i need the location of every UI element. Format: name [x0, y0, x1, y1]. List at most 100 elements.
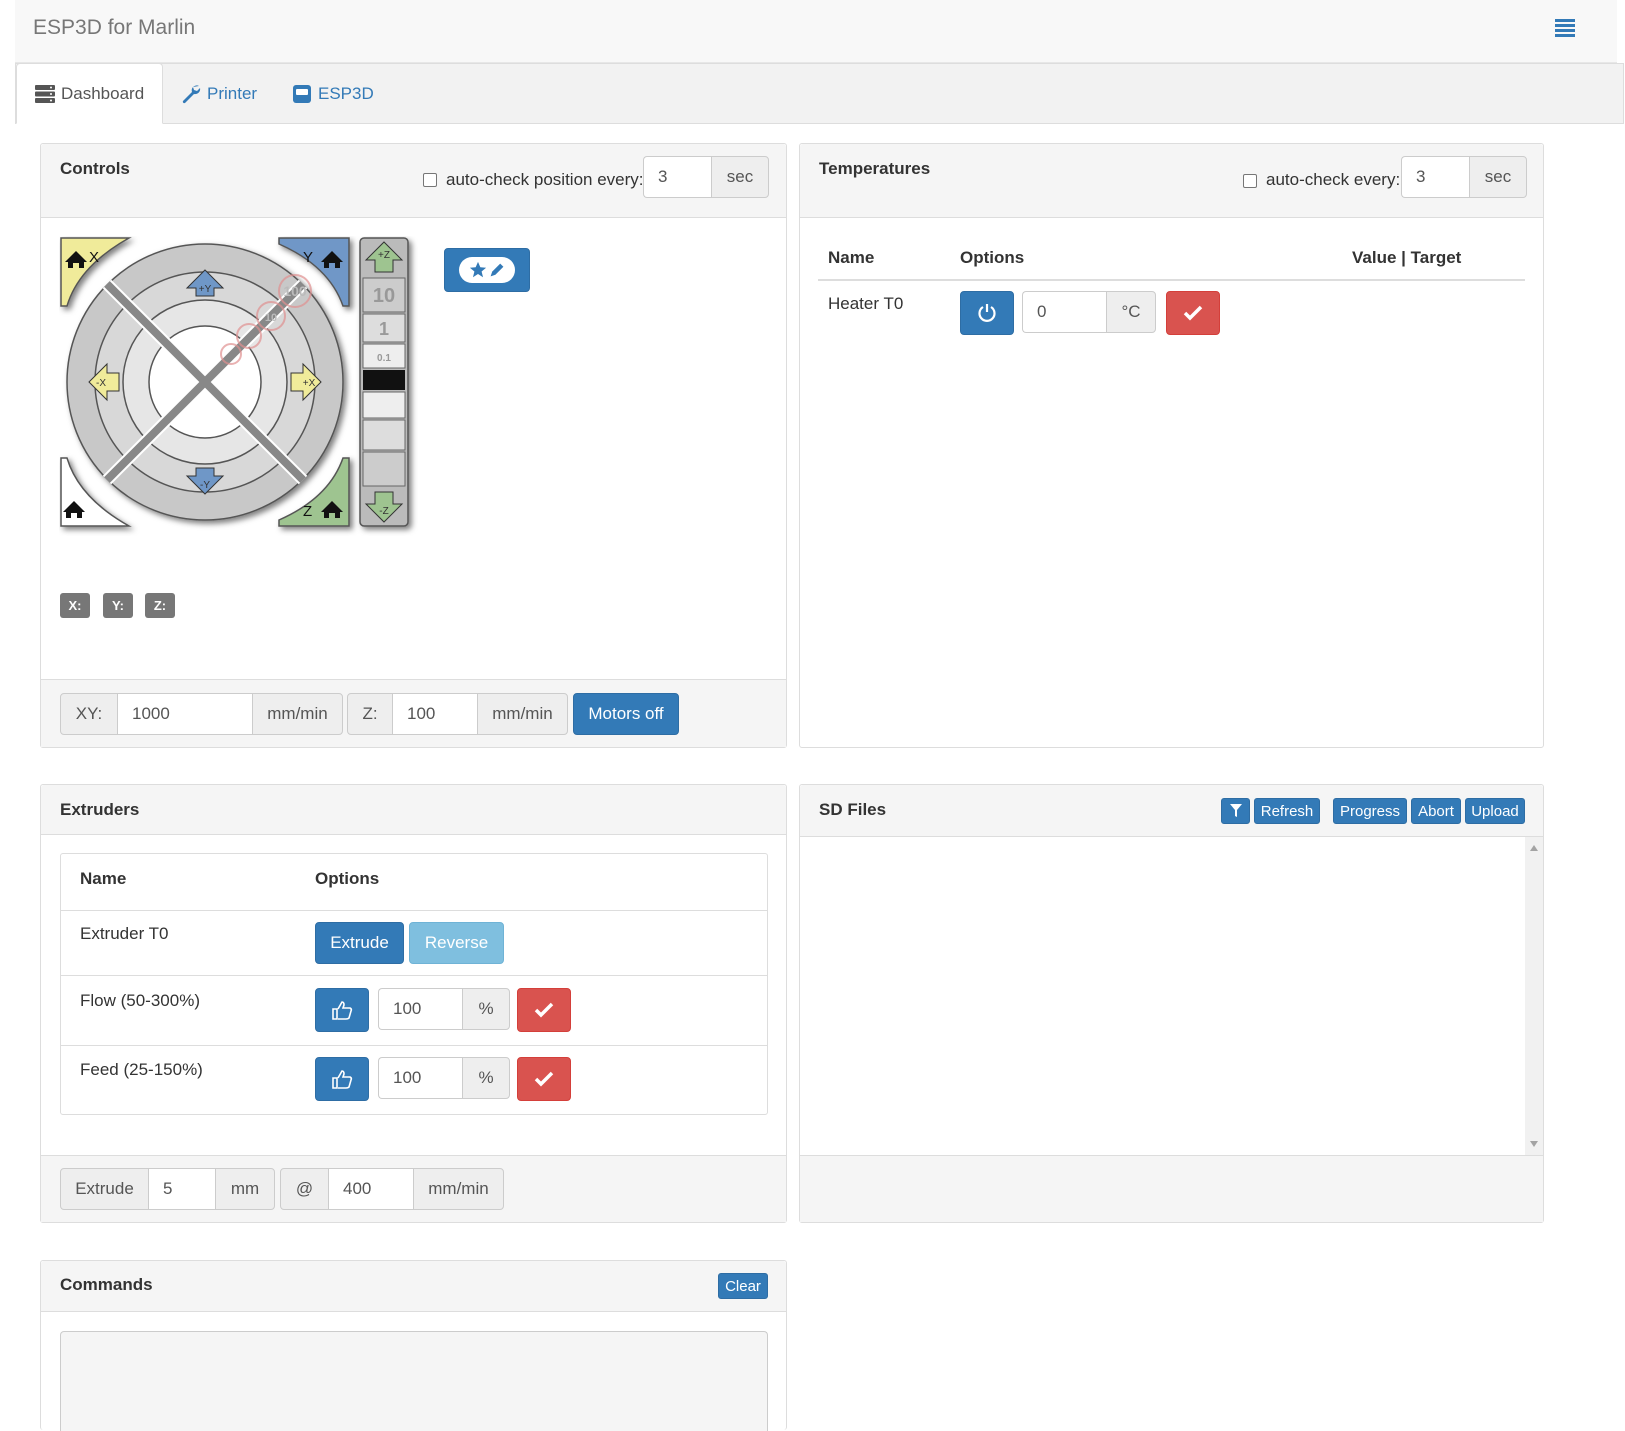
reverse-button[interactable]: Reverse — [409, 922, 504, 964]
extrude-speed-input[interactable]: 400 — [329, 1168, 413, 1210]
heater-target-unit: °C — [1106, 291, 1156, 333]
z-step-1-label: 1 — [379, 319, 389, 339]
autocheck-temp-label: auto-check every: — [1266, 170, 1401, 189]
plus-y-label: +Y — [199, 284, 212, 295]
motors-off-button[interactable]: Motors off — [573, 693, 679, 735]
temp-header-options: Options — [960, 248, 1025, 267]
sdfiles-list[interactable] — [800, 837, 1543, 1157]
commands-output[interactable] — [60, 1331, 768, 1431]
minus-y-label: -Y — [200, 480, 210, 491]
extrude-length-label: Extrude — [60, 1168, 149, 1210]
minus-z-label: -Z — [379, 506, 388, 517]
chip-icon — [293, 85, 311, 103]
feed-group: 100 % — [378, 1057, 510, 1099]
autocheck-position-input[interactable]: 3 — [643, 156, 711, 198]
xy-step-100-label: 100 — [283, 283, 307, 299]
feed-reset-button[interactable] — [315, 1057, 369, 1101]
feed-name: Feed (25-150%) — [80, 1060, 203, 1079]
feed-unit: % — [462, 1057, 510, 1099]
progress-button[interactable]: Progress — [1333, 798, 1407, 824]
scroll-up-icon[interactable] — [1530, 845, 1538, 851]
power-icon — [978, 304, 996, 322]
extruders-header-name: Name — [80, 869, 127, 888]
server-icon — [35, 84, 55, 103]
autocheck-position-checkbox[interactable] — [423, 173, 437, 187]
position-z-badge: Z: — [145, 593, 175, 618]
thumbs-up-icon — [332, 1070, 353, 1089]
temp-header-name: Name — [828, 248, 875, 267]
app-title[interactable]: ESP3D for Marlin — [33, 16, 195, 40]
xy-step-10-label: 10 — [265, 312, 277, 324]
z-step-down-10[interactable] — [362, 451, 406, 487]
tab-dashboard[interactable]: Dashboard — [16, 63, 164, 124]
z-step-down-0-1[interactable] — [362, 391, 406, 419]
upload-button[interactable]: Upload — [1465, 798, 1525, 824]
xy-feedrate-unit: mm/min — [252, 693, 343, 735]
flow-reset-button[interactable] — [315, 988, 369, 1032]
z-step-0-1-label: 0.1 — [377, 353, 391, 364]
temperatures-title: Temperatures — [819, 159, 931, 178]
position-x-badge: X: — [60, 593, 90, 618]
autocheck-temp-checkbox[interactable] — [1243, 174, 1257, 188]
filter-icon — [1229, 804, 1242, 817]
extruders-heading: Extruders — [41, 785, 786, 835]
xy-feedrate-label: XY: — [60, 693, 118, 735]
sdfiles-title: SD Files — [819, 800, 887, 819]
filter-button[interactable] — [1221, 798, 1250, 824]
tab-esp3d[interactable]: ESP3D — [274, 64, 392, 124]
xy-feedrate-input[interactable]: 1000 — [118, 693, 252, 735]
heater-target-input[interactable]: 0 — [1022, 291, 1106, 333]
autocheck-position-group: 3 sec — [643, 156, 769, 198]
heater-target-group: 0 °C — [1022, 291, 1156, 333]
sdfiles-footer — [800, 1155, 1543, 1222]
abort-button[interactable]: Abort — [1411, 798, 1461, 824]
tab-printer[interactable]: Printer — [163, 64, 275, 124]
feed-set-button[interactable] — [517, 1057, 571, 1101]
extrude-length-unit: mm — [215, 1168, 275, 1210]
sdfiles-heading: SD Files Refresh Progress Abort Upload — [800, 785, 1543, 837]
extrude-button[interactable]: Extrude — [315, 922, 404, 964]
home-z-label: Z — [303, 503, 312, 520]
macro-edit-button[interactable] — [444, 248, 530, 292]
position-y-badge: Y: — [103, 593, 133, 618]
heater-off-button[interactable] — [960, 291, 1014, 335]
scroll-down-icon[interactable] — [1530, 1141, 1538, 1147]
temperatures-panel: Temperatures auto-check every: 3 sec Nam… — [799, 143, 1544, 748]
plus-z-label: +Z — [378, 250, 390, 261]
extrude-speed-unit: mm/min — [413, 1168, 504, 1210]
autocheck-temp-input[interactable]: 3 — [1401, 156, 1469, 198]
flow-group: 100 % — [378, 988, 510, 1030]
heater-set-button[interactable] — [1166, 291, 1220, 335]
controls-title: Controls — [60, 159, 130, 178]
z-feedrate-unit: mm/min — [477, 693, 568, 735]
extruders-table: Name Options Extruder T0 Extrude Reverse… — [60, 853, 768, 1115]
tab-printer-label: Printer — [207, 84, 258, 103]
extruders-panel: Extruders Name Options Extruder T0 Extru… — [40, 784, 787, 1223]
z-step-down-1[interactable] — [362, 419, 406, 451]
clear-button[interactable]: Clear — [718, 1273, 768, 1299]
sdfiles-scrollbar[interactable] — [1525, 837, 1543, 1157]
thumbs-up-icon — [332, 1001, 353, 1020]
xy-feedrate-group: XY: 1000 mm/min — [60, 693, 343, 735]
z-feedrate-label: Z: — [347, 693, 393, 735]
controls-footer: XY: 1000 mm/min Z: 100 mm/min Motors off — [41, 679, 786, 747]
flow-input[interactable]: 100 — [378, 988, 462, 1030]
star-pencil-icon — [459, 257, 515, 283]
menu-icon[interactable] — [1555, 19, 1575, 39]
z-step-10-label: 10 — [373, 285, 395, 307]
plus-x-label: +X — [303, 378, 316, 389]
flow-unit: % — [462, 988, 510, 1030]
extruders-header-options: Options — [315, 869, 380, 888]
autocheck-position-label: auto-check position every: — [446, 170, 644, 189]
flow-set-button[interactable] — [517, 988, 571, 1032]
tab-esp3d-label: ESP3D — [318, 84, 374, 103]
extrude-length-input[interactable]: 5 — [149, 1168, 215, 1210]
commands-heading: Commands Clear — [41, 1261, 786, 1312]
extruder-name: Extruder T0 — [80, 924, 169, 943]
z-feedrate-input[interactable]: 100 — [393, 693, 477, 735]
feed-input[interactable]: 100 — [378, 1057, 462, 1099]
commands-panel: Commands Clear — [40, 1260, 787, 1431]
refresh-button[interactable]: Refresh — [1254, 798, 1320, 824]
flow-name: Flow (50-300%) — [80, 991, 200, 1010]
autocheck-position-unit: sec — [711, 156, 769, 198]
